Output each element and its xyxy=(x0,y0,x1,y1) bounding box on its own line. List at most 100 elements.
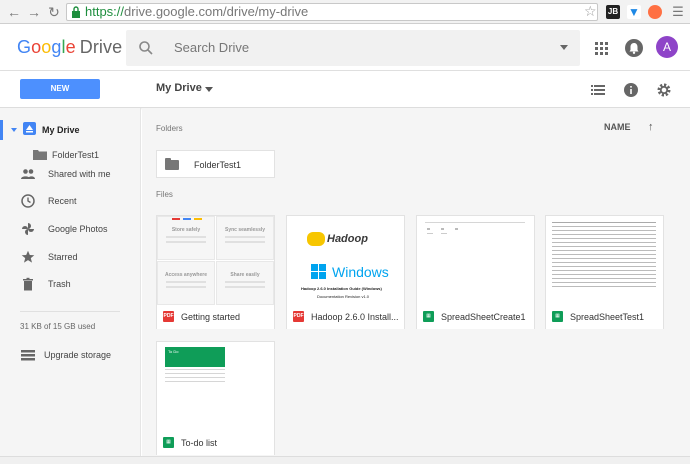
browser-toolbar: ← → ↻ https://drive.google.com/drive/my-… xyxy=(0,0,690,24)
sidebar-item-shared[interactable]: Shared with me xyxy=(0,163,141,185)
sort-direction-icon[interactable]: ↑ xyxy=(648,121,654,133)
doc-title: Hadoop 2.6.0 Installation Guide (Windows… xyxy=(301,286,382,291)
search-icon xyxy=(139,41,153,55)
file-area: Folders NAME ↑ FolderTest1 Files Store s… xyxy=(142,108,690,456)
search-box[interactable]: Search Drive xyxy=(126,30,580,66)
extension-v-icon[interactable]: ▼ xyxy=(627,5,641,19)
sidebar-item-label: Trash xyxy=(48,279,71,289)
thumb-panel: Sync seamlessly xyxy=(216,216,274,260)
sidebar-item-google-photos[interactable]: Google Photos xyxy=(0,218,141,240)
file-thumbnail xyxy=(546,216,663,305)
settings-gear-icon[interactable] xyxy=(656,82,672,98)
bookmark-star-icon[interactable]: ☆ xyxy=(584,3,597,19)
spreadsheet-icon: ▦ xyxy=(163,437,174,448)
star-icon xyxy=(21,250,35,263)
menu-icon[interactable]: ☰ xyxy=(670,4,686,20)
extension-jb-icon[interactable]: JB xyxy=(606,5,620,19)
sidebar: My Drive FolderTest1 Shared with me Rece… xyxy=(0,108,141,456)
sidebar-item-my-drive[interactable]: My Drive xyxy=(0,119,141,141)
file-card[interactable]: Store safely Sync seamlessly Access anyw… xyxy=(156,215,275,329)
my-drive-icon xyxy=(23,122,36,135)
doc-revision: Documentation Revision v1.0 xyxy=(317,294,370,299)
file-meta: PDF Getting started xyxy=(157,305,274,329)
horizontal-scrollbar[interactable] xyxy=(0,456,690,464)
file-card[interactable]: To Do ▦ To-do list xyxy=(156,341,275,455)
hadoop-brand: Hadoop xyxy=(327,233,368,245)
sidebar-item-label: Recent xyxy=(48,196,77,206)
folders-heading: Folders xyxy=(156,124,183,133)
windows-text: Windows xyxy=(332,264,389,280)
folder-name: FolderTest1 xyxy=(194,160,242,170)
sidebar-item-starred[interactable]: Starred xyxy=(0,246,141,268)
url-scheme: https:// xyxy=(85,4,125,19)
notifications-icon[interactable] xyxy=(625,39,643,57)
folder-icon xyxy=(165,158,179,170)
todo-header: To Do xyxy=(165,347,225,367)
storage-icon xyxy=(21,350,35,361)
apps-grid-icon[interactable] xyxy=(595,42,608,55)
pdf-icon: PDF xyxy=(293,311,304,322)
list-view-icon[interactable] xyxy=(590,82,606,98)
sidebar-item-label: Google Photos xyxy=(48,224,108,234)
avatar[interactable]: A xyxy=(656,36,678,58)
storage-usage: 31 KB of 15 GB used xyxy=(20,322,96,331)
file-thumbnail: Store safely Sync seamlessly Access anyw… xyxy=(157,216,274,305)
thumb-panel: Share easily xyxy=(216,261,274,305)
windows-logo-icon xyxy=(311,264,327,280)
extension-orange-icon[interactable] xyxy=(648,5,662,19)
file-name: SpreadSheetCreate1 xyxy=(441,312,526,322)
file-thumbnail: To Do xyxy=(157,342,274,431)
back-icon[interactable]: ← xyxy=(6,4,22,20)
vertical-scrollbar[interactable] xyxy=(682,108,690,456)
files-heading: Files xyxy=(156,190,173,199)
sort-by-name[interactable]: NAME xyxy=(604,122,631,132)
file-thumbnail: Hadoop Windows Hadoop 2.6.0 Installation… xyxy=(287,216,404,305)
file-card[interactable]: Hadoop Windows Hadoop 2.6.0 Installation… xyxy=(286,215,405,329)
file-name: Hadoop 2.6.0 Install... xyxy=(311,312,399,322)
pdf-icon: PDF xyxy=(163,311,174,322)
reload-icon[interactable]: ↻ xyxy=(46,4,62,20)
breadcrumb[interactable]: My Drive xyxy=(156,82,202,94)
trash-icon xyxy=(23,277,33,291)
drive-toolbar: NEW My Drive xyxy=(0,71,690,108)
sidebar-item-trash[interactable]: Trash xyxy=(0,273,141,295)
people-icon xyxy=(21,169,35,179)
pinwheel-icon xyxy=(22,223,34,235)
expand-caret-icon[interactable] xyxy=(11,128,17,132)
file-name: SpreadSheetTest1 xyxy=(570,312,645,322)
info-icon[interactable] xyxy=(623,82,639,98)
google-drive-logo[interactable]: Google Drive xyxy=(17,37,122,58)
address-bar[interactable]: https://drive.google.com/drive/my-drive xyxy=(66,3,598,21)
divider xyxy=(20,311,120,312)
search-input[interactable]: Search Drive xyxy=(174,40,249,55)
folder-item[interactable]: FolderTest1 xyxy=(156,150,275,178)
file-meta: ▦ SpreadSheetTest1 xyxy=(546,305,663,329)
hadoop-elephant-icon xyxy=(307,232,325,246)
file-thumbnail xyxy=(417,216,534,305)
spreadsheet-icon: ▦ xyxy=(552,311,563,322)
file-name: Getting started xyxy=(181,312,241,322)
sidebar-item-recent[interactable]: Recent xyxy=(0,190,141,212)
spreadsheet-icon: ▦ xyxy=(423,311,434,322)
file-card[interactable]: ▦ SpreadSheetCreate1 xyxy=(416,215,535,329)
upgrade-storage-label: Upgrade storage xyxy=(44,350,112,360)
sidebar-item-label: My Drive xyxy=(42,125,80,135)
thumb-panel: Store safely xyxy=(157,216,215,260)
file-name: To-do list xyxy=(181,438,218,448)
file-card[interactable]: ▦ SpreadSheetTest1 xyxy=(545,215,664,329)
file-meta: ▦ To-do list xyxy=(157,431,274,455)
lock-icon xyxy=(72,6,80,18)
breadcrumb-menu-icon[interactable] xyxy=(205,87,213,92)
new-button[interactable]: NEW xyxy=(20,79,100,99)
url-path: drive.google.com/drive/my-drive xyxy=(124,4,309,19)
folder-icon xyxy=(33,150,47,160)
forward-icon[interactable]: → xyxy=(26,4,42,20)
search-options-icon[interactable] xyxy=(560,45,568,50)
upgrade-storage-link[interactable]: Upgrade storage xyxy=(0,344,141,366)
thumb-panel: Access anywhere xyxy=(157,261,215,305)
sidebar-item-label: Shared with me xyxy=(48,169,111,179)
app-header: Google Drive Search Drive A xyxy=(0,25,690,71)
sidebar-item-label: Starred xyxy=(48,252,78,262)
clock-icon xyxy=(21,194,35,208)
file-meta: ▦ SpreadSheetCreate1 xyxy=(417,305,534,329)
